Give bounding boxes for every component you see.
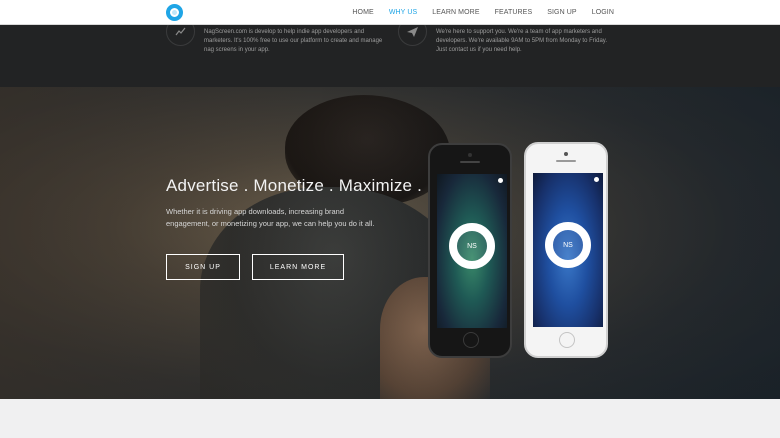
- nav-features[interactable]: FEATURES: [495, 9, 533, 16]
- nav-learn-more[interactable]: LEARN MORE: [432, 9, 479, 16]
- ns-logo-icon: NS: [545, 222, 591, 268]
- feature-right-text: We're here to support you. We're a team …: [436, 29, 607, 53]
- phone-speaker: [460, 161, 480, 163]
- phone-white: NS: [524, 142, 608, 358]
- ns-logo-icon: NS: [449, 223, 495, 269]
- phone-screen: NS: [533, 173, 603, 327]
- phone-camera: [564, 152, 568, 156]
- phone-screen: NS: [437, 174, 507, 328]
- ns-badge: NS: [467, 242, 477, 250]
- close-icon: [594, 177, 599, 182]
- phone-camera: [468, 153, 472, 157]
- sign-up-button[interactable]: SIGN UP: [166, 254, 240, 280]
- top-navbar: HOME WHY US LEARN MORE FEATURES SIGN UP …: [0, 0, 780, 25]
- phone-speaker: [556, 160, 576, 162]
- hero-subtitle: Whether it is driving app downloads, inc…: [166, 207, 375, 228]
- nav-why-us[interactable]: WHY US: [389, 9, 417, 16]
- phone-black: NS: [428, 143, 512, 358]
- hero-overlay: [0, 87, 780, 399]
- ns-badge: NS: [563, 241, 573, 249]
- phone-home-button: [559, 332, 575, 348]
- feature-left-text: NagScreen.com is develop to help indie a…: [204, 29, 383, 53]
- nav-login[interactable]: LOGIN: [592, 9, 614, 16]
- next-section: [0, 399, 780, 438]
- hero-section: Advertise . Monetize . Maximize . Whethe…: [0, 87, 780, 399]
- phone-home-button: [463, 332, 479, 348]
- nav-links: HOME WHY US LEARN MORE FEATURES SIGN UP …: [337, 0, 614, 25]
- close-icon: [498, 178, 503, 183]
- nav-sign-up[interactable]: SIGN UP: [547, 9, 576, 16]
- learn-more-button[interactable]: LEARN MORE: [252, 254, 344, 280]
- hero-title: Advertise . Monetize . Maximize .: [166, 176, 423, 195]
- nav-home[interactable]: HOME: [352, 9, 373, 16]
- logo-icon[interactable]: [166, 4, 183, 21]
- features-strip: NagScreen.com is develop to help indie a…: [0, 17, 780, 87]
